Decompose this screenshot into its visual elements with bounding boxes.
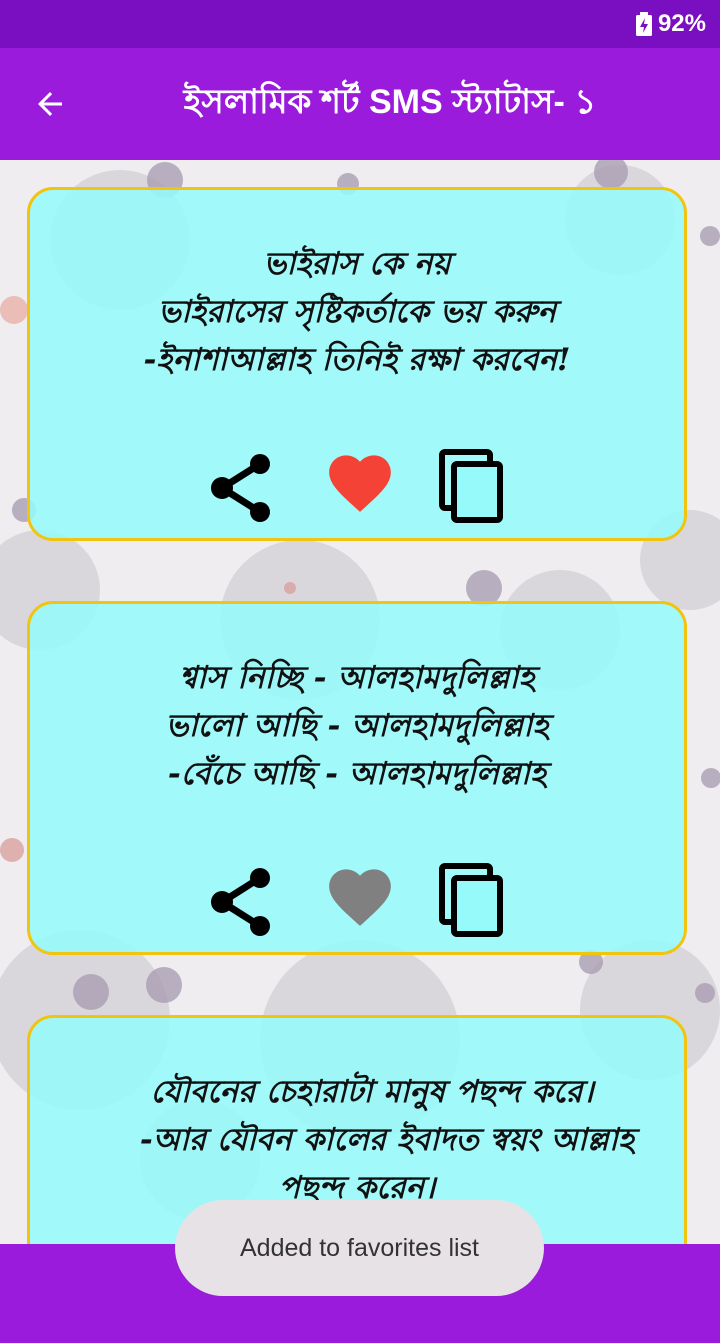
status-text: যৌবনের চেহারাটা মানুষ পছন্দ করে। -আর যৌব… [30,1068,684,1212]
status-card: শ্বাস নিচ্ছি - আলহামদুলিল্লাহ ভালো আছি -… [27,601,687,955]
page-title: ইসলামিক শর্ট SMS স্ট্যাটাস- ১ [183,82,597,121]
card-actions [30,440,684,530]
status-line: শ্বাস নিচ্ছি - আলহামদুলিল্লাহ [179,660,535,696]
back-button[interactable] [22,76,78,132]
share-icon[interactable] [208,452,274,524]
card-actions [30,854,684,944]
status-line: ভালো আছি - আলহামদুলিল্লাহ [165,708,549,744]
favorite-heart-icon[interactable] [323,860,397,928]
toast-message: Added to favorites list [175,1200,544,1296]
status-line: -বেঁচে আছি - আলহামদুলিল্লাহ [167,756,547,792]
status-text: ভাইরাস কে নয় ভাইরাসের সৃষ্টিকর্তাকে ভয়… [30,240,684,384]
status-bar: 92% [0,0,720,48]
status-list[interactable]: ভাইরাস কে নয় ভাইরাসের সৃষ্টিকর্তাকে ভয়… [0,160,720,1244]
app-bar: ইসলামিক শর্ট SMS স্ট্যাটাস- ১ [0,48,720,160]
status-card: ভাইরাস কে নয় ভাইরাসের সৃষ্টিকর্তাকে ভয়… [27,187,687,541]
copy-icon[interactable] [438,862,508,940]
status-line: যৌবনের চেহারাটা মানুষ পছন্দ করে। [150,1074,594,1110]
status-line: ভাইরাসের সৃষ্টিকর্তাকে ভয় করুন [158,294,556,330]
battery-charging-icon [635,12,652,36]
status-line: -ইনাশাআল্লাহ তিনিই রক্ষা করবেন! [143,342,571,378]
status-line: ভাইরাস কে নয় [263,246,451,282]
battery-indicator: 92% [635,10,706,38]
arrow-back-icon [38,92,62,116]
status-text: শ্বাস নিচ্ছি - আলহামদুলিল্লাহ ভালো আছি -… [30,654,684,798]
battery-percent: 92% [657,10,706,37]
favorite-heart-icon[interactable] [323,446,397,514]
share-icon[interactable] [208,866,274,938]
copy-icon[interactable] [438,448,508,526]
status-line: -আর যৌবন কালের ইবাদত স্বয়ং আল্লাহ [139,1122,635,1158]
